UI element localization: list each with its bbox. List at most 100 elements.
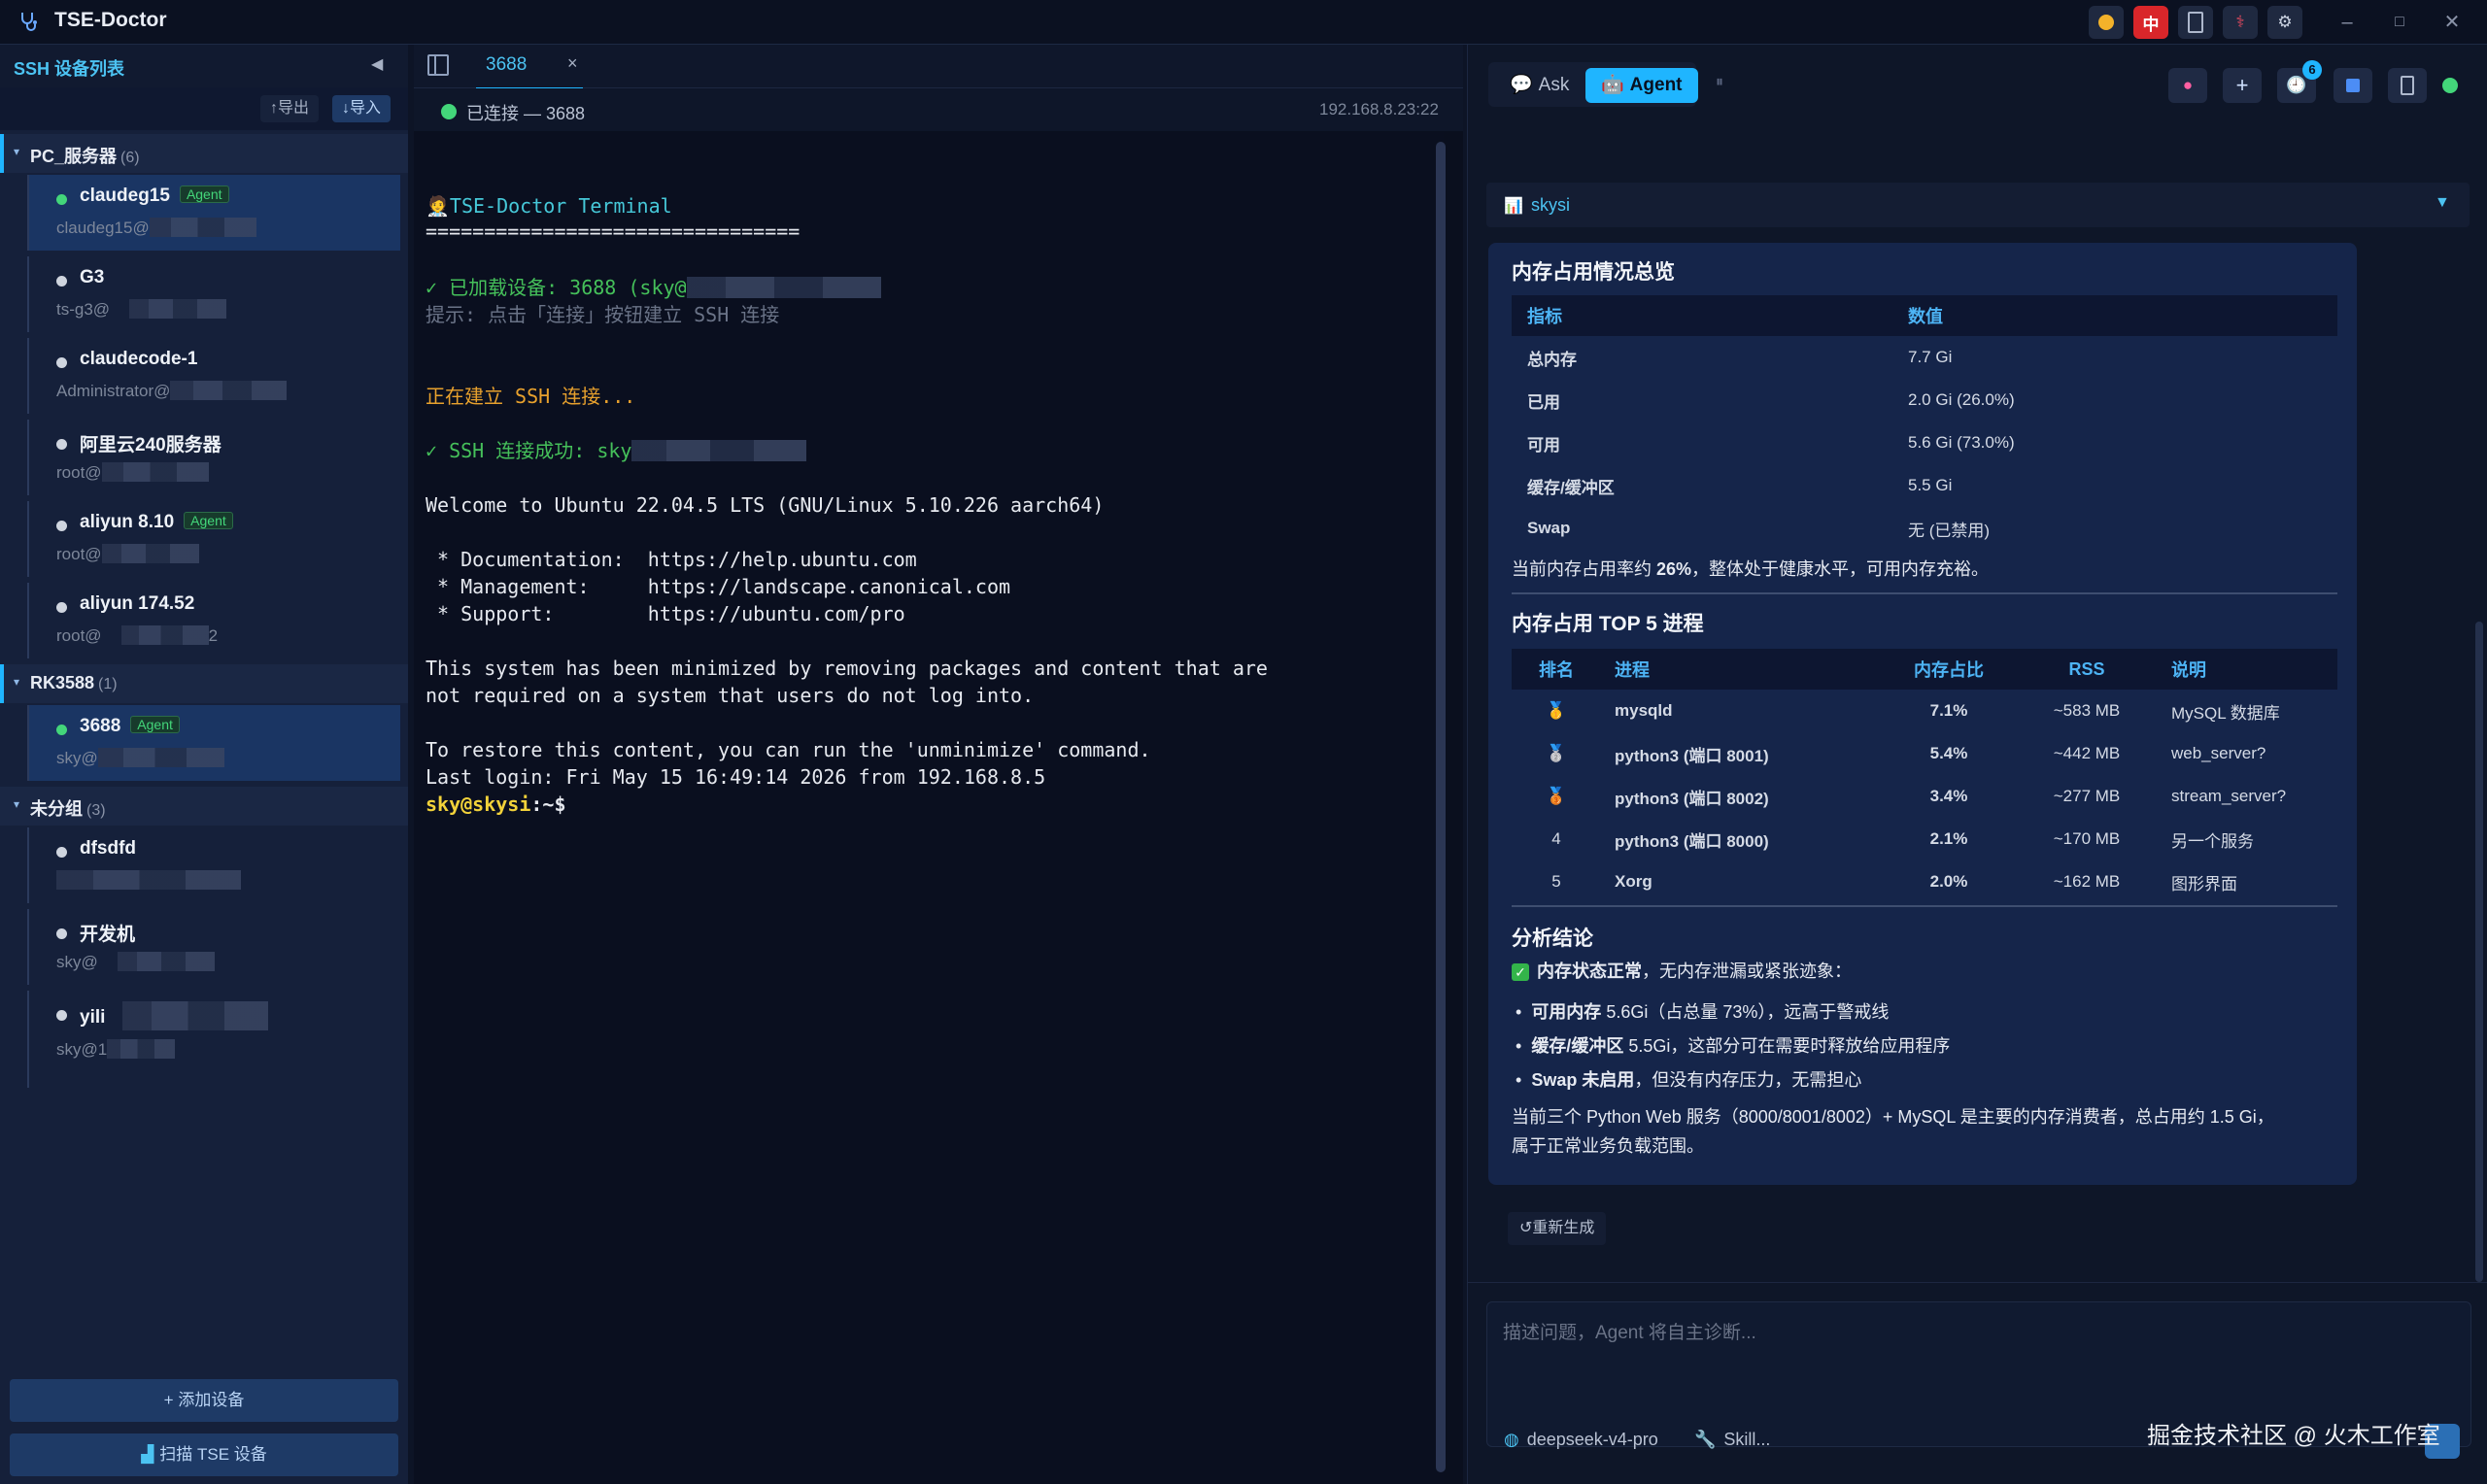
device-item-dfsdfd[interactable]: dfsdfd [27,827,400,903]
status-offline-dot [56,357,67,368]
device-host: sky@1 [56,1040,108,1059]
redacted-text [686,277,881,298]
device-name: claudecode-1 [80,349,198,369]
device-name: G3 [80,267,105,287]
device-item-claudeg15[interactable]: claudeg15 Agent claudeg15@ [27,175,400,251]
device-name: aliyun 174.52 [80,593,195,614]
connection-status-bar: 已连接 — 3688 192.168.8.23:22 [414,88,1463,131]
device-host: root@ [56,626,102,645]
table-row: 总内存 7.7 Gi [1527,348,1953,369]
connection-status: 已连接 — 3688 [466,104,586,123]
tab-bar: 3688 × [414,45,1463,90]
device-item-3688[interactable]: 3688 Agent sky@ [27,705,400,781]
device-item-g3[interactable]: G3 ts-g3@ [27,256,400,332]
scan-tse-button[interactable]: ▟ 扫描 TSE 设备 [10,1433,398,1476]
terminal-pane: 3688 × 已连接 — 3688 192.168.8.23:22 🧑‍⚕️TS… [414,45,1463,1484]
conclusion-title: 分析结论 [1512,928,1593,950]
divider [1512,905,2337,907]
device-host: root@ [56,463,102,482]
minimize-button[interactable]: – [2328,8,2367,37]
pause-icon[interactable]: ⏸ [1716,74,1723,91]
term-line: 🧑‍⚕️TSE-Doctor Terminal [426,194,672,218]
divider [1512,592,2337,594]
tab-close-icon[interactable]: × [567,53,578,74]
device-name: 开发机 [80,925,136,945]
wrench-icon: 🔧 [1694,1430,1717,1449]
table-row: 🥇 mysqld 7.1% ~583 MB MySQL 数据库 [1546,701,2280,723]
settings-gear-icon[interactable]: ⚙ [2267,6,2302,39]
caret-down-icon: ▾ [14,675,20,689]
term-line: * Documentation: https://help.ubuntu.com [426,548,917,571]
chart-icon: ▟ [141,1445,154,1464]
brain-icon[interactable]: ● [2168,68,2207,103]
device-item-aliyun-240[interactable]: 阿里云240服务器 root@ [27,420,400,495]
language-button[interactable]: 中 [2133,6,2168,39]
doctor-icon[interactable]: ⚕ [2223,6,2258,39]
watermark-text: 掘金技术社区 @ 火木工作室 [2147,1423,2440,1449]
device-item-claudecode-1[interactable]: claudecode-1 Administrator@ [27,338,400,414]
analysis-card: 内存占用情况总览 指标 数值 总内存 7.7 Gi 已用 2.0 Gi (26.0%… [1488,243,2357,1185]
device-item-aliyun-8-10[interactable]: aliyun 8.10 Agent root@ [27,501,400,577]
chevron-down-icon[interactable]: ▼ [2435,194,2450,212]
column-header: 排名 [1512,649,1601,690]
redacted-host [97,748,224,767]
agent-mode-button[interactable]: 🤖 Agent [1585,68,1698,103]
prompt-input[interactable]: 描述问题，Agent 将自主诊断... [1503,1318,1756,1344]
group-header-pc-servers[interactable]: ▾ PC_服务器 (6) [0,134,408,173]
redacted-host [170,381,288,400]
table-row: 4 python3 (端口 8000) 2.1% ~170 MB 另一个服务 [1551,829,2254,851]
close-window-button[interactable]: ✕ [2433,8,2471,37]
theme-toggle-button[interactable] [2089,6,2124,39]
table-row: Swap 无 (已禁用) [1527,519,1991,540]
split-view-icon[interactable] [427,54,449,76]
assistant-scrollbar[interactable] [2475,622,2483,1282]
conversation-header[interactable]: 📊 skysi ▼ [1486,183,2470,227]
history-count-badge: 6 [2302,60,2322,80]
redacted-host [120,625,209,645]
model-selector[interactable]: ◍ deepseek-v4-pro [1504,1430,1658,1450]
maximize-button[interactable]: □ [2380,8,2419,37]
import-button[interactable]: ↓导入 [332,95,392,122]
term-line: 提示: 点击「连接」按钮建立 SSH 连接 [426,303,780,326]
term-line: * Management: https://landscape.canonica… [426,575,1011,598]
group-count: (6) [120,150,140,166]
term-line: * Support: https://ubuntu.com/pro [426,602,905,625]
device-item-dev-machine[interactable]: 开发机 sky@ [27,909,400,985]
device-host: sky@ [56,953,98,971]
conclusion-bullet: • 缓存/缓冲区 5.5Gi，这部分可在需要时释放给应用程序 [1516,1036,1951,1056]
final-note-line: 当前三个 Python Web 服务（8000/8001/8002）+ MySQ… [1512,1107,2274,1127]
regenerate-button[interactable]: ↺重新生成 [1508,1212,1607,1245]
redacted-host [129,299,227,319]
status-offline-dot [56,602,67,613]
device-icon[interactable] [2178,6,2213,39]
collapse-sidebar-icon[interactable]: ◀ [371,54,383,74]
add-device-button[interactable]: + 添加设备 [10,1379,398,1422]
device-item-yili[interactable]: yili sky@1 [27,991,400,1088]
table-row: 5 Xorg 2.0% ~162 MB 图形界面 [1551,872,2237,894]
title-bar: TSE-Doctor 中 ⚕ ⚙ – □ ✕ [0,0,2487,45]
device-item-aliyun-174-52[interactable]: aliyun 174.52 root@ 2 [27,583,400,658]
app-title: TSE-Doctor [54,9,167,31]
chat-bubble-icon: 💬 [1510,75,1533,95]
tab-3688[interactable]: 3688 × [476,45,583,90]
phone-icon[interactable] [2388,68,2427,103]
export-button[interactable]: ↑导出 [260,95,320,122]
export-chat-icon[interactable] [2334,68,2372,103]
agent-badge: Agent [179,186,229,203]
agent-badge: Agent [184,512,233,529]
new-chat-plus-icon[interactable]: + [2223,68,2262,103]
group-header-ungrouped[interactable]: ▾ 未分组 (3) [0,787,408,826]
term-line: not required on a system that users do n… [426,684,1035,707]
ask-mode-button[interactable]: 💬 Ask [1494,68,1584,103]
column-header: RSS [2018,649,2156,690]
terminal-scrollbar[interactable] [1436,142,1446,1472]
table-row: 缓存/缓冲区 5.5 Gi [1527,476,1953,497]
terminal-output[interactable]: 🧑‍⚕️TSE-Doctor Terminal ================… [414,132,1444,1484]
group-header-rk3588[interactable]: ▾ RK3588 (1) [0,664,408,703]
redacted-text [631,440,807,461]
column-header: 进程 [1601,649,1880,690]
conversation-title: skysi [1531,195,1570,215]
redacted-host [56,870,241,890]
column-header: 说明 [2156,649,2337,690]
skill-selector[interactable]: 🔧 Skill... [1694,1430,1770,1450]
